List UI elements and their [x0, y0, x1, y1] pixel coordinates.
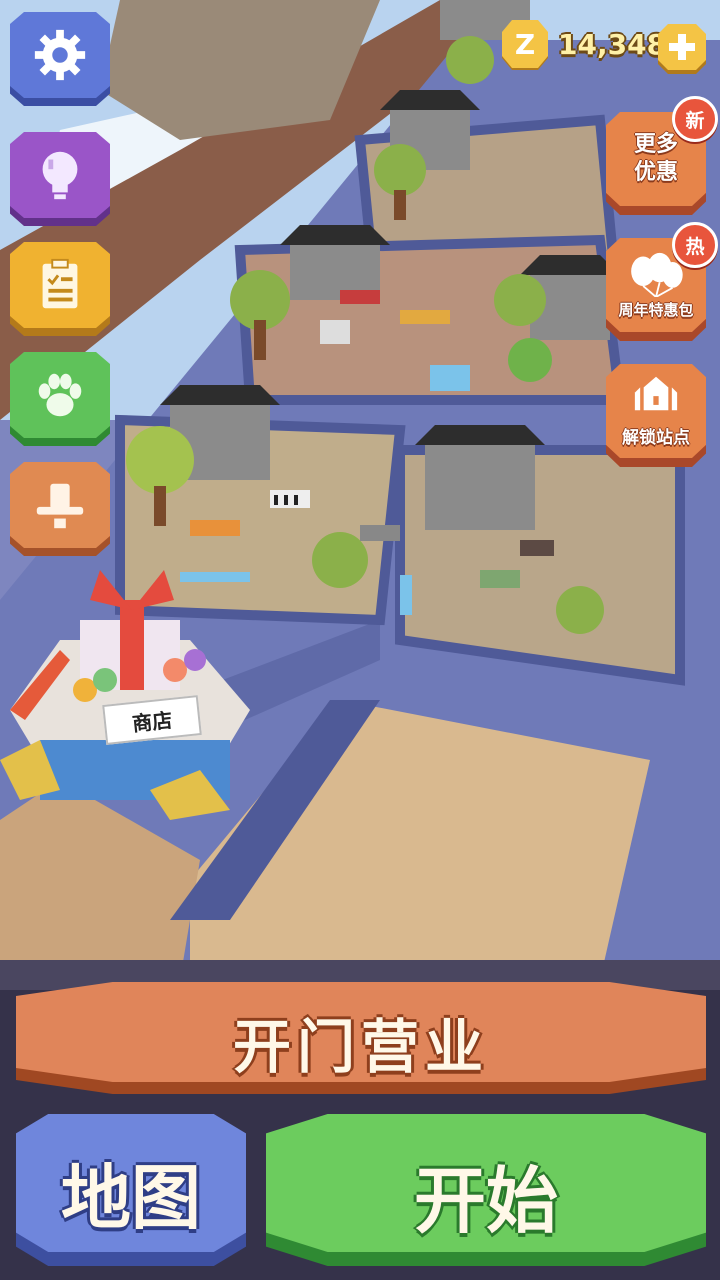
settings-button[interactable]	[10, 12, 110, 106]
lightbulb-icon	[42, 151, 78, 200]
coin-balance: 14,348	[558, 28, 667, 61]
z-coin-icon: Z	[502, 20, 548, 70]
ranger-button[interactable]	[10, 462, 110, 556]
hot-badge: 热	[672, 222, 718, 268]
map-label: 地图	[61, 1157, 201, 1239]
tips-button[interactable]	[10, 132, 110, 226]
map-button[interactable]: 地图	[16, 1114, 246, 1266]
tasks-button[interactable]	[10, 242, 110, 336]
unlock-station-icon	[634, 376, 678, 410]
open-for-business-button[interactable]: 开门营业	[16, 982, 706, 1094]
unlock-stations-button[interactable]: 解锁站点	[606, 364, 706, 467]
paw-icon	[38, 373, 82, 417]
more-offers-label-1: 更多	[633, 132, 678, 157]
animals-button[interactable]	[10, 352, 110, 446]
gear-icon	[34, 29, 86, 81]
add-coins-button[interactable]	[658, 24, 706, 74]
more-offers-label-2: 优惠	[633, 160, 678, 185]
coin-bar: Z 14,348	[500, 20, 710, 76]
svg-text:Z: Z	[515, 28, 535, 61]
open-for-business-label: 开门营业	[232, 1013, 489, 1081]
start-label: 开始	[413, 1159, 558, 1243]
clipboard-icon	[42, 258, 78, 309]
unlock-stations-label: 解锁站点	[622, 427, 690, 448]
start-button[interactable]: 开始	[266, 1114, 706, 1266]
anniversary-pack-label: 周年特惠包	[618, 300, 694, 319]
new-badge: 新	[672, 96, 718, 142]
cowboy-hat-icon	[36, 483, 84, 529]
